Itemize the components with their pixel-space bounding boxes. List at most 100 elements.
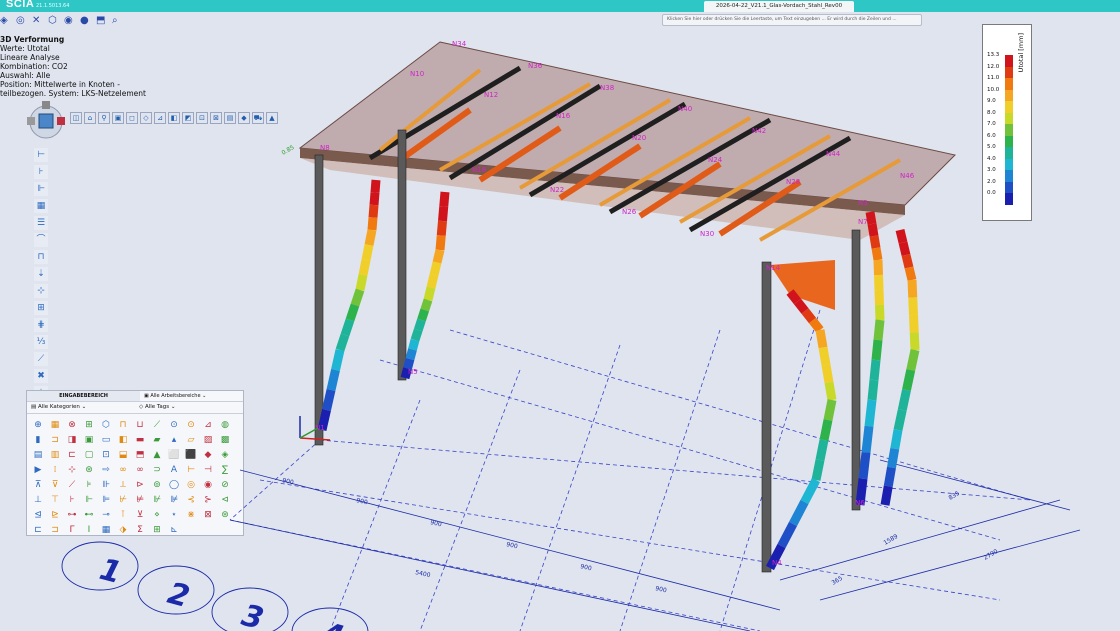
arch-segment bbox=[322, 389, 336, 411]
arch-segment bbox=[439, 191, 450, 207]
node-label: N7 bbox=[858, 218, 868, 226]
legend-value: 6.0 bbox=[987, 132, 996, 139]
legend-value: 13.3 bbox=[987, 52, 1000, 58]
arch-segment bbox=[429, 261, 442, 277]
node-label: N28 bbox=[786, 178, 800, 186]
legend-swatch bbox=[1005, 89, 1013, 101]
node-label: N10 bbox=[410, 70, 424, 78]
arch-segment bbox=[326, 369, 340, 391]
arch-segment bbox=[908, 297, 918, 316]
arch-segment bbox=[438, 206, 449, 222]
arch-segment bbox=[417, 308, 430, 322]
node-label: N44 bbox=[826, 150, 841, 158]
arch-segment bbox=[867, 379, 879, 401]
dimension-label: 2790 bbox=[983, 548, 1000, 562]
arch-segment bbox=[408, 338, 420, 351]
arch-segment bbox=[901, 253, 914, 269]
legend-swatch bbox=[1005, 181, 1013, 193]
legend-value: 4.0 bbox=[987, 155, 996, 162]
arch-segment bbox=[368, 204, 379, 218]
arch-segment bbox=[793, 298, 809, 314]
axis-label: 4 bbox=[317, 616, 347, 631]
arch-segment bbox=[331, 349, 345, 371]
arch-segment bbox=[880, 485, 893, 506]
arch-segment bbox=[808, 317, 824, 333]
arch-segment bbox=[874, 274, 884, 291]
arch-segment bbox=[865, 211, 877, 225]
node-label: N8 bbox=[320, 144, 330, 152]
arch-segment bbox=[423, 286, 436, 302]
arch-segment bbox=[893, 409, 907, 431]
arch-segment bbox=[789, 499, 809, 527]
legend-swatch bbox=[1005, 66, 1013, 78]
arch-segment bbox=[890, 429, 903, 450]
edge-value-label: 0.85 bbox=[281, 144, 296, 157]
legend-swatch bbox=[1005, 170, 1013, 182]
arch-segment bbox=[907, 279, 918, 298]
arch-segment bbox=[355, 274, 368, 291]
axis-label: 3 bbox=[238, 598, 267, 631]
node-label: N42 bbox=[752, 127, 766, 135]
arch-segment bbox=[898, 241, 911, 257]
arch-segment bbox=[909, 314, 919, 333]
arch-segment bbox=[883, 466, 896, 488]
arch-segment bbox=[815, 329, 828, 349]
legend-swatch bbox=[1005, 147, 1013, 159]
dimension-label: 900 bbox=[430, 519, 443, 528]
legend-value: 10.0 bbox=[987, 86, 1000, 93]
arch-segment bbox=[887, 447, 900, 469]
arch-segment bbox=[824, 381, 837, 401]
dimension-label: 900 bbox=[506, 541, 519, 550]
axis-labels: 1 2 3 4 bbox=[96, 552, 347, 631]
arch-segment bbox=[867, 223, 879, 237]
arch-segment bbox=[871, 247, 883, 261]
legend-value: 3.0 bbox=[987, 167, 996, 173]
axis-label: 2 bbox=[164, 576, 193, 615]
node-label: N38 bbox=[600, 84, 614, 92]
arch-segment bbox=[364, 229, 377, 246]
node-label: N22 bbox=[550, 186, 564, 194]
arch-segment bbox=[410, 328, 423, 342]
legend-swatch bbox=[1005, 55, 1013, 67]
arch-segment bbox=[819, 419, 833, 441]
dimension-label: 900 bbox=[282, 477, 295, 486]
node-label: N6 bbox=[855, 499, 865, 507]
arch-segment bbox=[902, 369, 916, 391]
node-label: N14 bbox=[766, 264, 781, 272]
node-label: N34 bbox=[452, 40, 467, 48]
arch-segment bbox=[818, 346, 831, 366]
arch-segment bbox=[426, 273, 439, 289]
axis-label: 1 bbox=[96, 552, 125, 591]
arch-segment bbox=[874, 289, 884, 306]
arch-segment bbox=[906, 349, 920, 371]
arch-segment bbox=[811, 459, 825, 481]
arch-segment bbox=[777, 521, 797, 549]
node-label: N40 bbox=[678, 105, 692, 113]
dimension-label: 835 bbox=[948, 490, 962, 502]
dimension-label: 900 bbox=[580, 563, 593, 572]
legend-swatch bbox=[1005, 78, 1013, 90]
node-label: N1 bbox=[315, 424, 325, 432]
arch-segment bbox=[358, 259, 371, 276]
legend-value: 11.0 bbox=[987, 75, 1000, 81]
arch-segment bbox=[815, 439, 829, 461]
legend-swatch bbox=[1005, 124, 1013, 136]
arch-segment bbox=[875, 304, 885, 321]
node-label: N3 bbox=[858, 199, 868, 207]
legend-value: 12.0 bbox=[987, 63, 1000, 70]
arch-segment bbox=[800, 477, 820, 505]
legend-value: 9.0 bbox=[987, 98, 996, 104]
arch-segment bbox=[858, 451, 871, 480]
model-viewport[interactable]: N34 N36 N38 N40 N42 N44 N46 N16 N18 N20 … bbox=[0, 0, 1120, 631]
dimension-label: 365 bbox=[831, 575, 845, 587]
arch-segment bbox=[821, 364, 834, 384]
arch-segment bbox=[361, 244, 374, 261]
dimension-label: 1589 bbox=[883, 533, 900, 547]
node-label: N36 bbox=[528, 62, 543, 70]
legend-swatch bbox=[1005, 193, 1013, 205]
arch-segment bbox=[864, 399, 877, 427]
arch-segment bbox=[405, 348, 417, 361]
arch-segment bbox=[369, 192, 380, 206]
node-label: N16 bbox=[556, 112, 571, 120]
legend-value: 7.0 bbox=[987, 121, 996, 127]
